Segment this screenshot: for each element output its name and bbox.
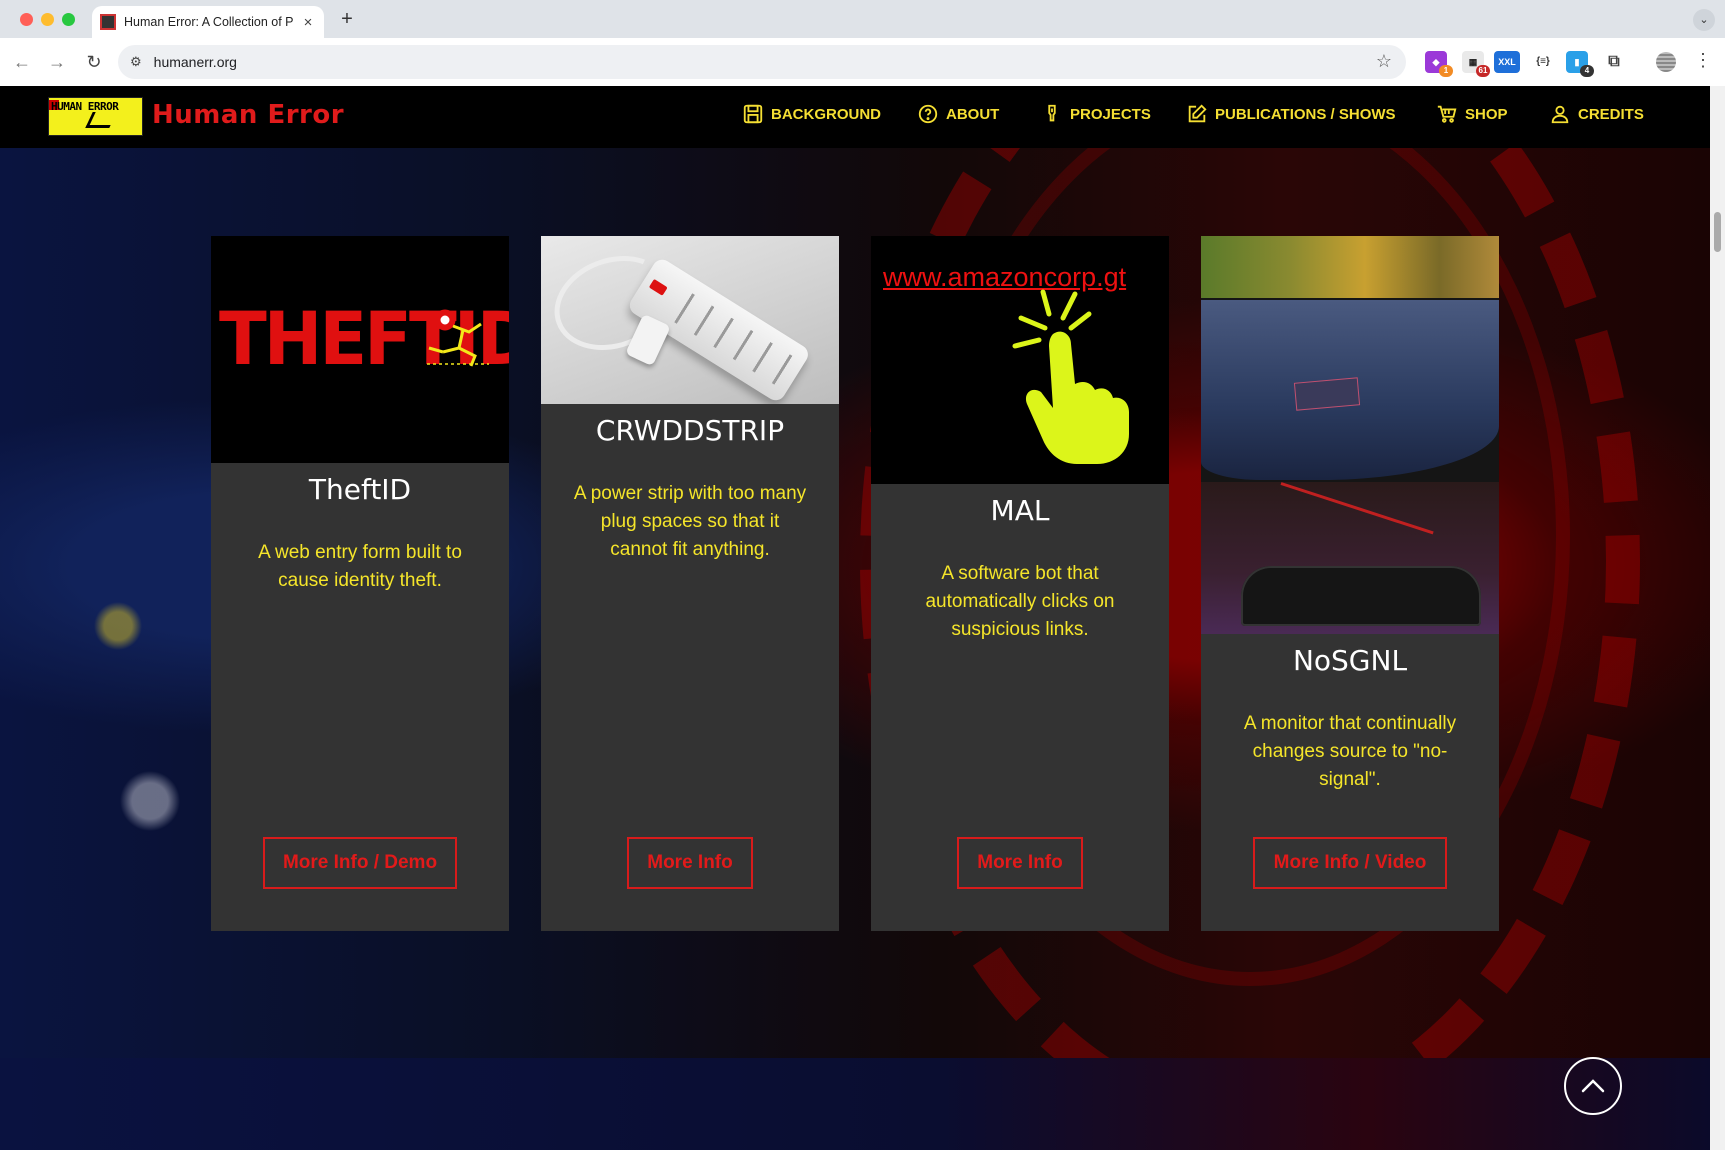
site-brand[interactable]: Human Error bbox=[152, 100, 344, 130]
nav-item-publications[interactable]: PUBLICATIONS / SHOWS bbox=[1186, 103, 1396, 125]
extension-badge: 4 bbox=[1580, 65, 1594, 77]
project-card-theftid: THEFTID TheftID A web entry form built t… bbox=[211, 236, 509, 931]
bookmark-star-icon[interactable]: ☆ bbox=[1376, 51, 1392, 72]
card-description: A monitor that continually changes sourc… bbox=[1243, 713, 1457, 790]
question-icon bbox=[917, 103, 939, 125]
card-description: A power strip with too many plug spaces … bbox=[573, 483, 807, 560]
card-description: A web entry form built to cause identity… bbox=[258, 542, 462, 591]
back-button[interactable]: ← bbox=[11, 51, 33, 73]
nav-item-projects[interactable]: PROJECTS bbox=[1041, 103, 1151, 125]
card-title: TheftID bbox=[308, 473, 412, 506]
running-thief-icon bbox=[427, 309, 489, 367]
tab-search-button[interactable]: ⌄ bbox=[1693, 9, 1715, 31]
zoom-window-button[interactable] bbox=[62, 13, 75, 26]
browser-toolbar: ← → ↻ ⚙ humanerr.org ☆ ◆ 1 ▦ 61 XXL {≡} ▮ 4… bbox=[0, 38, 1725, 86]
power-switch bbox=[648, 278, 668, 296]
site-logo[interactable]: HUMAN ERROR bbox=[48, 97, 143, 136]
profile-avatar[interactable] bbox=[1656, 52, 1676, 72]
nav-label: PROJECTS bbox=[1070, 105, 1151, 123]
more-info-button[interactable]: More Info bbox=[957, 837, 1083, 889]
card-description: A software bot that automatically clicks… bbox=[925, 563, 1115, 640]
no-signal-dialog bbox=[1293, 377, 1361, 411]
nav-item-about[interactable]: ABOUT bbox=[917, 103, 999, 125]
card-title: NoSGNL bbox=[1292, 644, 1408, 677]
more-info-video-button[interactable]: More Info / Video bbox=[1253, 837, 1447, 889]
page-scrollbar[interactable] bbox=[1710, 86, 1725, 1150]
nav-item-shop[interactable]: SHOP bbox=[1436, 103, 1508, 125]
painting bbox=[1201, 236, 1499, 298]
address-bar[interactable]: ⚙ humanerr.org ☆ bbox=[118, 45, 1406, 79]
minimize-window-button[interactable] bbox=[41, 13, 54, 26]
url-text[interactable]: humanerr.org bbox=[154, 54, 237, 70]
card-title: MAL bbox=[990, 494, 1050, 527]
save-icon bbox=[742, 103, 764, 125]
project-card-crwddstrip: CRWDDSTRIP A power strip with too many p… bbox=[541, 236, 839, 931]
more-info-button[interactable]: More Info bbox=[627, 837, 753, 889]
nav-label: PUBLICATIONS / SHOWS bbox=[1215, 105, 1396, 123]
chevron-up-icon bbox=[1581, 1079, 1605, 1093]
footer-band bbox=[0, 1058, 1710, 1150]
calendar-icon[interactable]: ▦ 61 bbox=[1462, 51, 1490, 77]
nav-label: BACKGROUND bbox=[771, 105, 881, 123]
edit-icon bbox=[1186, 103, 1208, 125]
back-to-top-button[interactable] bbox=[1564, 1057, 1622, 1115]
project-image-mal: www.amazoncorp.gt bbox=[871, 236, 1169, 484]
falling-person-icon bbox=[85, 112, 117, 128]
nav-label: CREDITS bbox=[1578, 105, 1644, 123]
power-sockets bbox=[662, 285, 796, 387]
bookmark-icon[interactable]: ▮ 4 bbox=[1566, 51, 1594, 77]
monitor-photo bbox=[1201, 236, 1499, 634]
cart-icon bbox=[1436, 103, 1458, 125]
more-info-demo-button[interactable]: More Info / Demo bbox=[263, 837, 457, 889]
nav-label: SHOP bbox=[1465, 105, 1508, 123]
nav-label: ABOUT bbox=[946, 105, 1000, 123]
reload-button[interactable]: ↻ bbox=[83, 51, 105, 73]
keyboard bbox=[1241, 566, 1481, 626]
project-image-theftid: THEFTID bbox=[211, 236, 509, 463]
curved-monitor bbox=[1201, 300, 1499, 480]
browser-chrome: Human Error: A Collection of Projects × … bbox=[0, 0, 1725, 86]
browser-tab[interactable]: Human Error: A Collection of Projects × bbox=[92, 6, 324, 38]
new-tab-button[interactable]: + bbox=[336, 8, 358, 31]
nav-item-credits[interactable]: CREDITS bbox=[1549, 103, 1644, 125]
card-title: CRWDDSTRIP bbox=[595, 414, 785, 447]
clicking-hand-icon bbox=[1012, 289, 1129, 464]
extension-badge: 1 bbox=[1439, 65, 1453, 77]
site-info-icon[interactable]: ⚙ bbox=[130, 54, 142, 70]
bulb-icon bbox=[1041, 103, 1063, 125]
tab-close-icon[interactable]: × bbox=[300, 14, 316, 31]
user-icon bbox=[1549, 103, 1571, 125]
tab-title: Human Error: A Collection of Projects bbox=[124, 15, 294, 29]
project-card-mal: www.amazoncorp.gt MAL A software bot tha… bbox=[871, 236, 1169, 931]
site-header: HUMAN ERROR Human Error BACKGROUND ABOUT… bbox=[0, 86, 1710, 148]
favicon-icon bbox=[100, 14, 116, 30]
scrollbar-thumb[interactable] bbox=[1714, 212, 1721, 252]
page-viewport: HUMAN ERROR Human Error BACKGROUND ABOUT… bbox=[0, 86, 1710, 1150]
nav-item-background[interactable]: BACKGROUND bbox=[742, 103, 881, 125]
forward-button[interactable]: → bbox=[46, 51, 68, 73]
json-icon[interactable]: {≡} bbox=[1532, 51, 1554, 73]
xxl-icon[interactable]: XXL bbox=[1494, 51, 1520, 73]
project-card-nosgnl: NoSGNL A monitor that continually change… bbox=[1201, 236, 1499, 931]
browser-menu-icon[interactable]: ⋮ bbox=[1694, 50, 1712, 71]
close-window-button[interactable] bbox=[20, 13, 33, 26]
extension-badge: 61 bbox=[1476, 65, 1490, 77]
power-strip-image bbox=[541, 236, 839, 404]
tab-strip: Human Error: A Collection of Projects × … bbox=[0, 0, 1725, 38]
extensions-icon[interactable]: ⧉ bbox=[1603, 51, 1625, 73]
puzzle-purple-icon[interactable]: ◆ 1 bbox=[1425, 51, 1453, 77]
